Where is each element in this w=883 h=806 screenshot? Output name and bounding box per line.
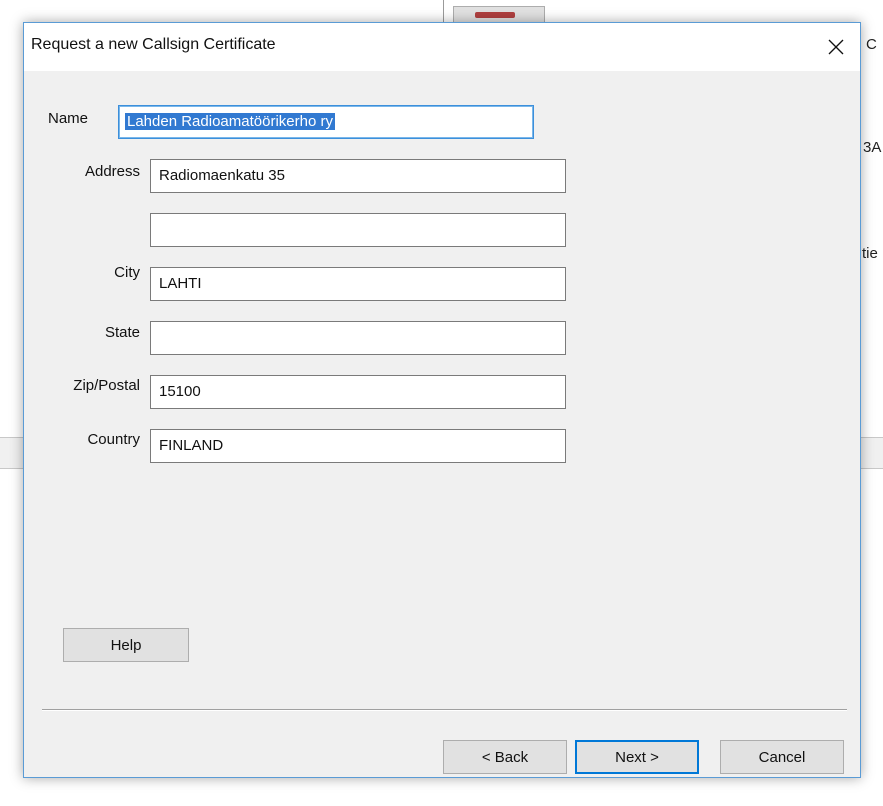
address-label: Address: [84, 163, 140, 180]
address-line1-field[interactable]: Radiomaenkatu 35: [150, 159, 566, 193]
city-label: City: [114, 264, 140, 281]
cancel-button-label: Cancel: [758, 748, 806, 766]
button-separator-highlight: [42, 710, 847, 711]
next-button-label: Next >: [615, 748, 659, 766]
state-label: State: [104, 324, 140, 341]
back-button[interactable]: < Back: [443, 740, 567, 774]
name-label: Name: [48, 110, 89, 127]
close-icon: [828, 39, 844, 55]
state-field[interactable]: [150, 321, 566, 355]
request-certificate-dialog: Request a new Callsign Certificate Name …: [23, 22, 861, 778]
help-button-label: Help: [110, 636, 142, 654]
country-field[interactable]: FINLAND: [150, 429, 566, 463]
background-fragment-1: C: [866, 36, 877, 53]
dialog-titlebar: Request a new Callsign Certificate: [24, 23, 860, 71]
country-label: Country: [87, 431, 140, 448]
close-button[interactable]: [812, 23, 860, 71]
help-button[interactable]: Help: [63, 628, 189, 662]
dialog-title: Request a new Callsign Certificate: [31, 36, 276, 53]
next-button[interactable]: Next >: [575, 740, 699, 774]
background-toolbar-icon: [475, 12, 515, 18]
city-field[interactable]: LAHTI: [150, 267, 566, 301]
background-fragment-2: 3A: [863, 139, 882, 156]
name-field-value: Lahden Radioamatöörikerho ry: [125, 113, 335, 130]
zip-field[interactable]: 15100: [150, 375, 566, 409]
zip-label: Zip/Postal: [73, 377, 140, 394]
address-line2-field[interactable]: [150, 213, 566, 247]
back-button-label: < Back: [481, 748, 529, 766]
background-fragment-3: tie: [862, 245, 878, 262]
cancel-button[interactable]: Cancel: [720, 740, 844, 774]
name-field[interactable]: Lahden Radioamatöörikerho ry: [118, 105, 534, 139]
